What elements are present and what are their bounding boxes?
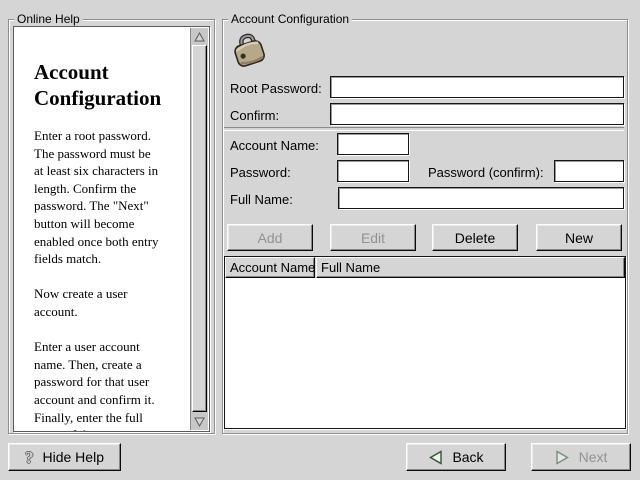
- next-button[interactable]: Next: [531, 443, 631, 471]
- password-label: Password:: [230, 165, 291, 180]
- confirm-label: Confirm:: [230, 108, 279, 123]
- back-button-label: Back: [452, 449, 483, 465]
- column-header-full-name[interactable]: Full Name: [316, 257, 625, 278]
- scrollbar-up-button[interactable]: [192, 29, 207, 44]
- separator: [224, 127, 624, 131]
- scrollbar-thumb[interactable]: [192, 45, 207, 412]
- account-name-input[interactable]: [337, 133, 409, 155]
- add-button[interactable]: Add: [227, 224, 313, 251]
- full-name-label: Full Name:: [230, 192, 293, 207]
- accounts-table-header: Account Name Full Name: [225, 257, 625, 278]
- next-button-label: Next: [579, 449, 608, 465]
- account-configuration-frame-label: Account Configuration: [228, 12, 352, 26]
- right-arrow-icon: [555, 450, 570, 465]
- question-mark-icon: ?: [25, 449, 34, 466]
- left-arrow-icon: [428, 450, 443, 465]
- padlock-icon: [227, 28, 271, 68]
- down-arrow-icon: [194, 417, 205, 427]
- password-confirm-input[interactable]: [554, 160, 624, 182]
- help-title: Account Configuration: [34, 59, 186, 111]
- password-confirm-label: Password (confirm):: [428, 165, 544, 180]
- help-text: Account Configuration Enter a root passw…: [34, 59, 186, 432]
- delete-button[interactable]: Delete: [432, 224, 518, 251]
- scrollbar-down-button[interactable]: [192, 414, 207, 429]
- hide-help-button[interactable]: ? Hide Help: [8, 443, 121, 471]
- up-arrow-icon: [194, 32, 205, 42]
- accounts-table-body: [225, 278, 625, 428]
- root-password-label: Root Password:: [230, 81, 322, 96]
- full-name-input[interactable]: [338, 187, 624, 209]
- hide-help-button-label: Hide Help: [43, 449, 104, 465]
- edit-button[interactable]: Edit: [330, 224, 416, 251]
- installer-window: Online Help Account Configuration Enter …: [0, 0, 640, 480]
- confirm-password-input[interactable]: [330, 103, 624, 125]
- back-button[interactable]: Back: [406, 443, 506, 471]
- column-header-account-name[interactable]: Account Name: [225, 257, 315, 278]
- online-help-frame-label: Online Help: [14, 12, 83, 26]
- help-text-area: Account Configuration Enter a root passw…: [13, 26, 210, 432]
- new-button[interactable]: New: [536, 224, 622, 251]
- account-name-label: Account Name:: [230, 138, 319, 153]
- password-input[interactable]: [337, 160, 409, 182]
- help-scrollbar[interactable]: [190, 28, 208, 430]
- help-body: Enter a root password. The password must…: [34, 127, 186, 432]
- accounts-table: Account Name Full Name: [224, 256, 626, 429]
- root-password-input[interactable]: [330, 76, 624, 98]
